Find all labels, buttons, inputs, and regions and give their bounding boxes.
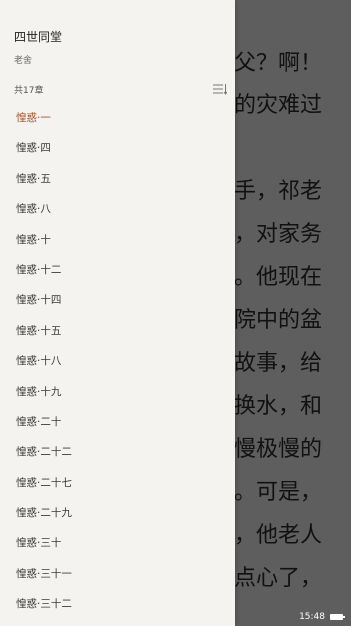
- chapter-item[interactable]: 惶惑·二十: [0, 407, 235, 437]
- chapter-item[interactable]: 惶惑·十四: [0, 285, 235, 315]
- battery-icon: [330, 614, 345, 620]
- chapter-list: 惶惑·一 惶惑·四 惶惑·五 惶惑·八 惶惑·十 惶惑·十二 惶惑·十四 惶惑·…: [0, 103, 235, 620]
- chapter-item[interactable]: 惶惑·十五: [0, 316, 235, 346]
- chapter-item[interactable]: 惶惑·十: [0, 225, 235, 255]
- toc-drawer: 四世同堂 老舍 共17章 惶惑·一 惶惑·四 惶惑·五 惶惑·八 惶惑·十 惶惑…: [0, 0, 235, 626]
- reader-line: 慢极慢的: [233, 437, 322, 462]
- reader-line: 故事，给: [233, 351, 322, 376]
- chapter-item[interactable]: 惶惑·二十七: [0, 468, 235, 498]
- chapter-item[interactable]: 惶惑·十二: [0, 255, 235, 285]
- chapter-item[interactable]: 惶惑·二十九: [0, 498, 235, 528]
- reader-line: 的灾难过: [233, 93, 322, 118]
- reader-line: 院中的盆: [233, 308, 322, 333]
- reader-line: 。他现在: [233, 265, 322, 290]
- status-time: 15:48: [299, 612, 325, 622]
- chapter-item-current[interactable]: 惶惑·一: [0, 103, 235, 133]
- chapter-item[interactable]: 惶惑·四: [0, 133, 235, 163]
- status-bar: 15:48: [299, 612, 345, 622]
- chapter-item[interactable]: 惶惑·二十二: [0, 437, 235, 467]
- chapter-count: 共17章: [14, 86, 44, 96]
- reader-line: ，他老人: [233, 523, 322, 548]
- sort-lines-icon[interactable]: [213, 83, 227, 95]
- chapter-item[interactable]: 惶惑·五: [0, 164, 235, 194]
- chapter-item[interactable]: 惶惑·三十二: [0, 589, 235, 619]
- reader-line: ，对家务: [233, 222, 322, 247]
- reader-line: 。可是，: [233, 480, 322, 505]
- chapter-item[interactable]: 惶惑·十九: [0, 377, 235, 407]
- book-title: 四世同堂: [14, 30, 63, 44]
- book-author: 老舍: [14, 56, 33, 66]
- screen: 父？啊！ 的灾难过 手，祁老 ，对家务 。他现在 院中的盆 故事，给 换水，和 …: [0, 0, 351, 626]
- chapter-item[interactable]: 惶惑·十八: [0, 346, 235, 376]
- chapter-item[interactable]: 惶惑·八: [0, 194, 235, 224]
- reader-line: 父？啊！: [233, 51, 322, 76]
- reader-line: 点心了，: [233, 566, 322, 591]
- chapter-item[interactable]: 惶惑·三十一: [0, 559, 235, 589]
- chapter-item[interactable]: 惶惑·三十: [0, 528, 235, 558]
- reader-line: 换水，和: [233, 394, 322, 419]
- reader-line: 手，祁老: [233, 179, 322, 204]
